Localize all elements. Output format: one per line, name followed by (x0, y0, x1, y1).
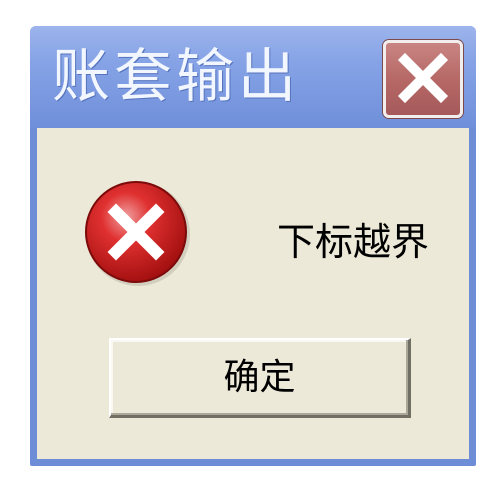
titlebar[interactable]: 账套输出 (30, 26, 476, 128)
close-button[interactable] (383, 40, 463, 118)
close-icon (397, 52, 449, 104)
window-title: 账套输出 (52, 42, 301, 110)
ok-button[interactable]: 确定 (109, 338, 411, 418)
error-message: 下标越界 (277, 220, 430, 264)
dialog-body: 下标越界 确定 (37, 128, 469, 459)
error-dialog: 账套输出 下标越界 确定 (30, 26, 476, 466)
error-icon (82, 178, 194, 290)
